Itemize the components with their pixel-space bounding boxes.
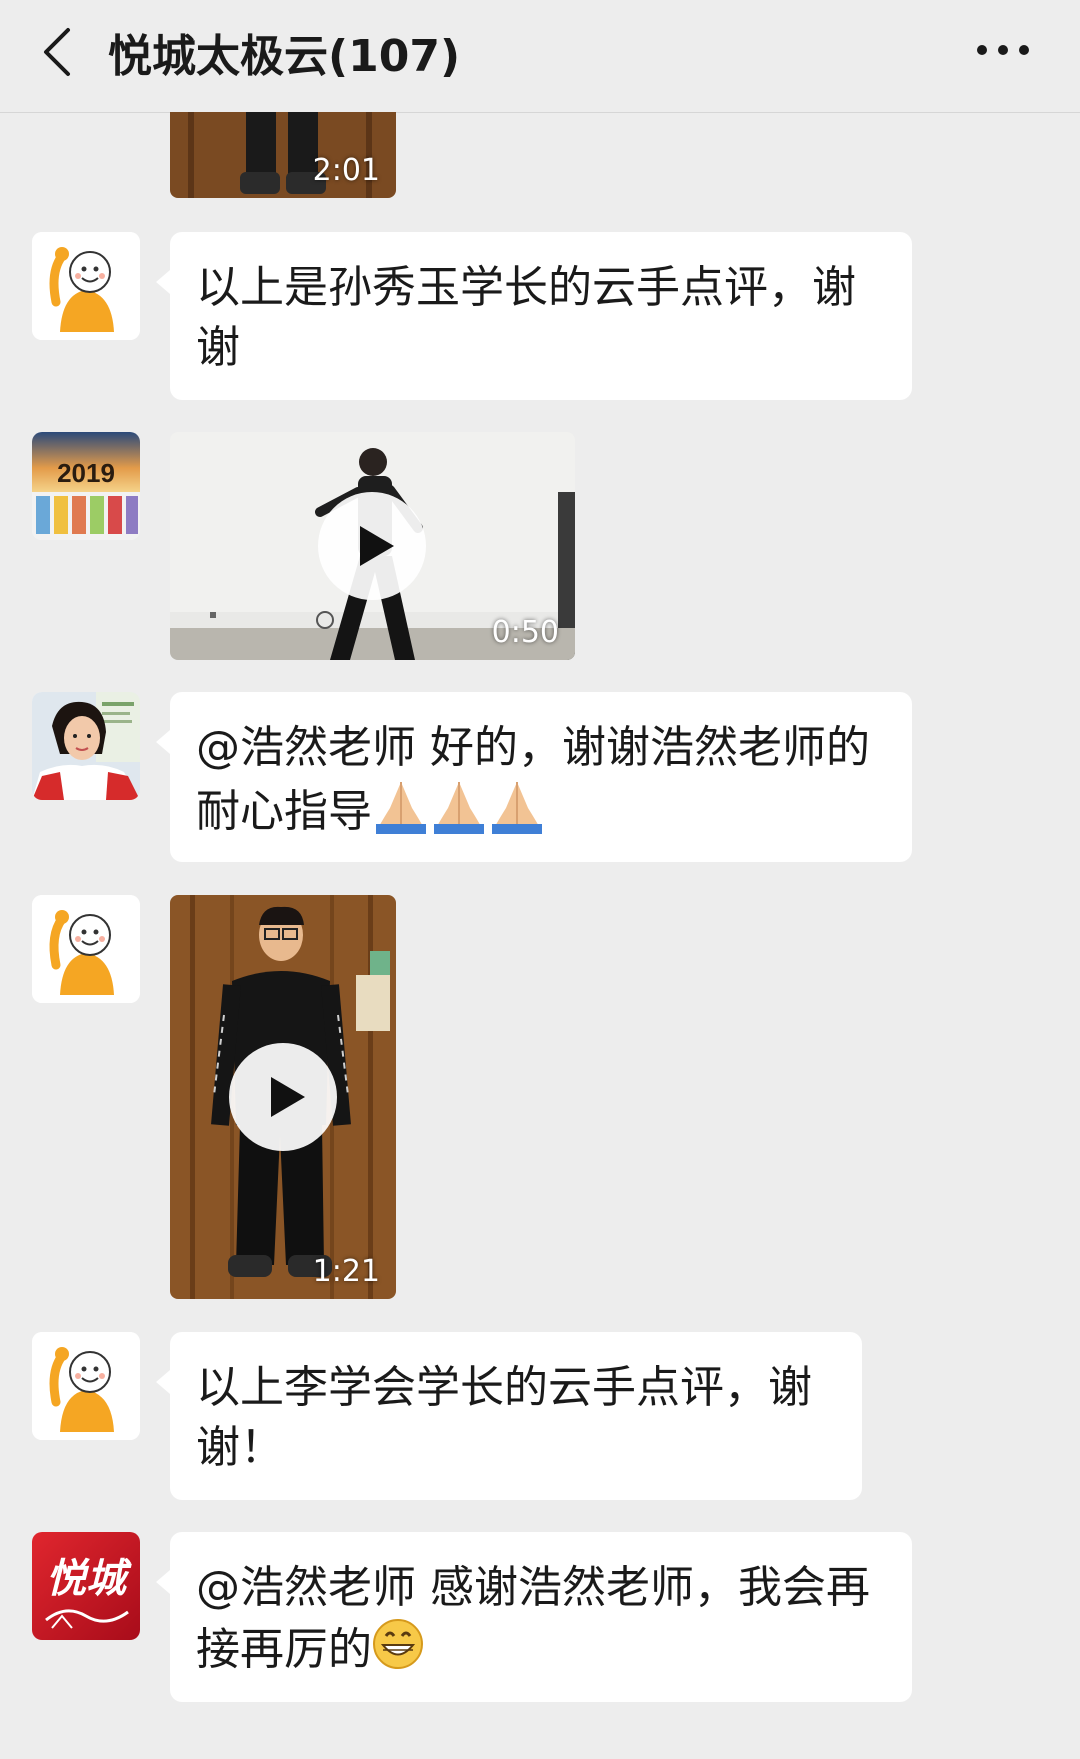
video-message[interactable]: 2:01 <box>170 112 396 198</box>
text-message[interactable]: @浩然老师 感谢浩然老师，我会再接再厉的 <box>156 1532 912 1702</box>
folded-hands-icon <box>430 778 488 850</box>
video-message[interactable]: 1:21 <box>170 895 396 1299</box>
message-text: 以上是孙秀玉学长的云手点评，谢谢 <box>196 262 856 373</box>
cartoon-monk-avatar <box>32 232 140 340</box>
back-button[interactable] <box>30 22 90 82</box>
folded-hands-icon <box>488 778 546 850</box>
poster-year: 2019 <box>57 458 115 488</box>
sender-avatar[interactable] <box>32 895 140 1003</box>
more-dots-icon <box>977 45 1029 55</box>
cartoon-monk-avatar <box>32 895 140 1003</box>
play-button[interactable] <box>229 1043 337 1151</box>
cartoon-monk-avatar <box>32 1332 140 1440</box>
message-text: 以上李学会学长的云手点评，谢谢！ <box>196 1362 812 1473</box>
text-message[interactable]: 以上是孙秀玉学长的云手点评，谢谢 <box>156 232 912 400</box>
text-message[interactable]: @浩然老师 好的，谢谢浩然老师的耐心指导 <box>156 692 912 862</box>
sender-avatar[interactable] <box>32 692 140 800</box>
chevron-left-icon <box>44 28 70 76</box>
sender-avatar[interactable]: 2019 <box>32 432 140 540</box>
video-message[interactable]: 0:50 <box>170 432 575 660</box>
poster-2019-avatar: 2019 <box>32 432 140 540</box>
message-text: @浩然老师 感谢浩然老师，我会再接再厉的 <box>196 1562 870 1675</box>
folded-hands-icon <box>372 778 430 850</box>
video-duration: 2:01 <box>312 153 380 188</box>
yuecheng-logo-avatar: 悦城 <box>32 1532 140 1640</box>
logo-text: 悦城 <box>46 1555 132 1602</box>
text-message[interactable]: 以上李学会学长的云手点评，谢谢！ <box>156 1332 862 1500</box>
more-button[interactable] <box>968 30 1038 70</box>
play-button[interactable] <box>318 492 426 600</box>
woman-photo-avatar <box>32 692 140 800</box>
play-icon <box>271 1077 305 1117</box>
sender-avatar[interactable] <box>32 1332 140 1440</box>
chat-title: 悦城太极云(107) <box>108 31 461 82</box>
chat-header: 悦城太极云(107) <box>0 0 1080 113</box>
play-icon <box>360 526 394 566</box>
grinning-face-icon <box>372 1618 424 1686</box>
sender-avatar[interactable] <box>32 232 140 340</box>
sender-avatar[interactable]: 悦城 <box>32 1532 140 1640</box>
video-duration: 0:50 <box>491 615 559 650</box>
video-duration: 1:21 <box>312 1254 380 1289</box>
